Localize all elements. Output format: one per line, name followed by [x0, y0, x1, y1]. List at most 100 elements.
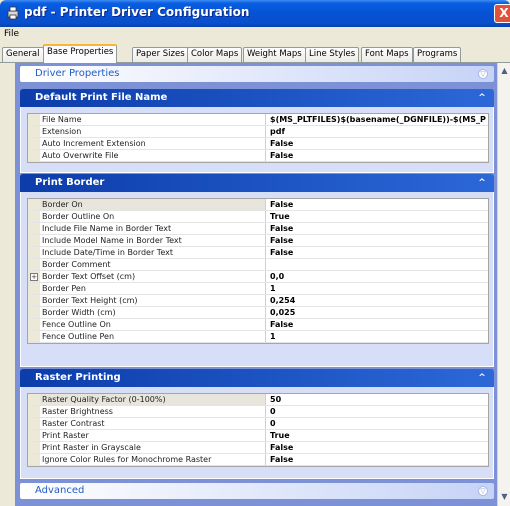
property-row[interactable]: Auto Overwrite File False: [28, 150, 488, 162]
property-name: Include Date/Time in Border Text: [40, 247, 266, 258]
property-value[interactable]: True: [268, 430, 488, 441]
property-value[interactable]: False: [268, 247, 488, 258]
property-row[interactable]: Include Date/Time in Border Text False: [28, 247, 488, 259]
property-value[interactable]: False: [268, 235, 488, 246]
property-name: Extension: [40, 126, 266, 137]
property-value[interactable]: 0: [268, 406, 488, 417]
property-value[interactable]: False: [268, 442, 488, 453]
collapse-chevron-icon[interactable]: ^: [476, 177, 488, 189]
property-value[interactable]: False: [268, 454, 488, 465]
tab-programs[interactable]: Programs: [413, 47, 462, 62]
property-name: Include File Name in Border Text: [40, 223, 266, 234]
property-row[interactable]: Border On False: [28, 199, 488, 211]
property-value[interactable]: 0,254: [268, 295, 488, 306]
property-value[interactable]: True: [268, 211, 488, 222]
property-row[interactable]: + Border Text Offset (cm) 0,0: [28, 271, 488, 283]
property-row[interactable]: Extension pdf: [28, 126, 488, 138]
property-value[interactable]: 0: [268, 418, 488, 429]
property-row[interactable]: Include Model Name in Border Text False: [28, 235, 488, 247]
property-row[interactable]: Fence Outline Pen 1: [28, 331, 488, 343]
panel-title: Print Border: [35, 177, 105, 188]
property-row[interactable]: Include File Name in Border Text False: [28, 223, 488, 235]
property-value[interactable]: False: [268, 138, 488, 149]
vertical-scrollbar[interactable]: ▲ ▼: [497, 63, 510, 506]
panel-raster-printing: Raster Printing ^ Raster Quality Factor …: [20, 369, 494, 479]
property-row[interactable]: File Name $(MS_PLTFILES)$(basename(_DGNFI…: [28, 114, 488, 126]
panel-title: Driver Properties: [35, 68, 120, 79]
property-row[interactable]: Border Comment: [28, 259, 488, 271]
property-row[interactable]: Raster Brightness 0: [28, 406, 488, 418]
property-name: Auto Overwrite File: [40, 150, 266, 161]
menu-file[interactable]: File: [4, 29, 19, 39]
property-value[interactable]: 0,0: [268, 271, 488, 282]
property-grid: Border On False Border Outline On True Inc…: [27, 198, 489, 344]
property-name: Ignore Color Rules for Monochrome Raster: [40, 454, 266, 465]
title-bar[interactable]: pdf - Printer Driver Configuration X: [0, 0, 510, 27]
tab-weight-maps[interactable]: Weight Maps: [243, 47, 306, 62]
property-row[interactable]: Raster Contrast 0: [28, 418, 488, 430]
tab-color-maps[interactable]: Color Maps: [187, 47, 243, 62]
menu-bar: File: [0, 27, 510, 43]
property-name: Include Model Name in Border Text: [40, 235, 266, 246]
expand-plus-icon[interactable]: +: [30, 273, 38, 281]
properties-pane[interactable]: Driver Properties ▽ Default Print File N…: [15, 63, 497, 506]
property-row[interactable]: Print Raster in Grayscale False: [28, 442, 488, 454]
scroll-up-icon[interactable]: ▲: [499, 65, 510, 76]
property-value[interactable]: 50: [268, 394, 488, 405]
property-name: Fence Outline On: [40, 319, 266, 330]
printer-icon: [7, 6, 19, 20]
tab-paper-sizes[interactable]: Paper Sizes: [132, 47, 189, 62]
tab-general[interactable]: General: [2, 47, 44, 62]
property-row[interactable]: Print Raster True: [28, 430, 488, 442]
property-value[interactable]: False: [268, 150, 488, 161]
property-name: Border Text Height (cm): [40, 295, 266, 306]
property-row[interactable]: Border Text Height (cm) 0,254: [28, 295, 488, 307]
tab-font-maps[interactable]: Font Maps: [361, 47, 413, 62]
panel-body: File Name $(MS_PLTFILES)$(basename(_DGNFI…: [20, 107, 494, 173]
property-name: Border Comment: [40, 259, 266, 270]
property-name: Print Raster: [40, 430, 266, 441]
property-value[interactable]: 1: [268, 331, 488, 342]
property-value[interactable]: pdf: [268, 126, 488, 137]
panel-advanced[interactable]: Advanced ▽: [20, 483, 494, 499]
property-row[interactable]: Auto Increment Extension False: [28, 138, 488, 150]
property-name: Border On: [40, 199, 266, 210]
panel-header[interactable]: Default Print File Name ^: [20, 89, 494, 107]
property-row[interactable]: Fence Outline On False: [28, 319, 488, 331]
property-name: Auto Increment Extension: [40, 138, 266, 149]
panel-header[interactable]: Print Border ^: [20, 174, 494, 192]
property-row[interactable]: Raster Quality Factor (0-100%) 50: [28, 394, 488, 406]
property-name: Raster Brightness: [40, 406, 266, 417]
collapse-chevron-icon[interactable]: ^: [476, 372, 488, 384]
property-value[interactable]: 0,025: [268, 307, 488, 318]
property-value[interactable]: [268, 259, 488, 270]
scroll-down-icon[interactable]: ▼: [499, 491, 510, 502]
property-name: Raster Contrast: [40, 418, 266, 429]
property-row[interactable]: Border Width (cm) 0,025: [28, 307, 488, 319]
tab-line-styles[interactable]: Line Styles: [305, 47, 360, 62]
panel-default-print-file-name: Default Print File Name ^ File Name $(MS_…: [20, 89, 494, 173]
panel-header[interactable]: Raster Printing ^: [20, 369, 494, 387]
tab-base-properties[interactable]: Base Properties: [43, 44, 118, 63]
property-row[interactable]: Border Outline On True: [28, 211, 488, 223]
property-grid: Raster Quality Factor (0-100%) 50 Raster …: [27, 393, 489, 467]
property-name: Raster Quality Factor (0-100%): [40, 394, 266, 405]
property-row[interactable]: Ignore Color Rules for Monochrome Raster…: [28, 454, 488, 466]
panel-driver-properties[interactable]: Driver Properties ▽: [20, 66, 494, 82]
property-value[interactable]: False: [268, 199, 488, 210]
property-value[interactable]: 1: [268, 283, 488, 294]
property-grid: File Name $(MS_PLTFILES)$(basename(_DGNFI…: [27, 113, 489, 163]
property-value[interactable]: False: [268, 319, 488, 330]
property-value[interactable]: $(MS_PLTFILES)$(basename(_DGNFILE))-$(MS…: [268, 114, 488, 125]
collapse-chevron-icon[interactable]: ^: [476, 92, 488, 104]
expand-chevron-icon[interactable]: ▽: [478, 486, 488, 496]
property-name: Border Width (cm): [40, 307, 266, 318]
property-row[interactable]: Border Pen 1: [28, 283, 488, 295]
panel-title: Default Print File Name: [35, 92, 168, 103]
window-title: pdf - Printer Driver Configuration: [24, 5, 250, 19]
property-value[interactable]: False: [268, 223, 488, 234]
panel-body: Border On False Border Outline On True Inc…: [20, 192, 494, 367]
panel-body: Raster Quality Factor (0-100%) 50 Raster …: [20, 387, 494, 479]
expand-chevron-icon[interactable]: ▽: [478, 69, 488, 79]
close-button[interactable]: X: [494, 4, 510, 23]
